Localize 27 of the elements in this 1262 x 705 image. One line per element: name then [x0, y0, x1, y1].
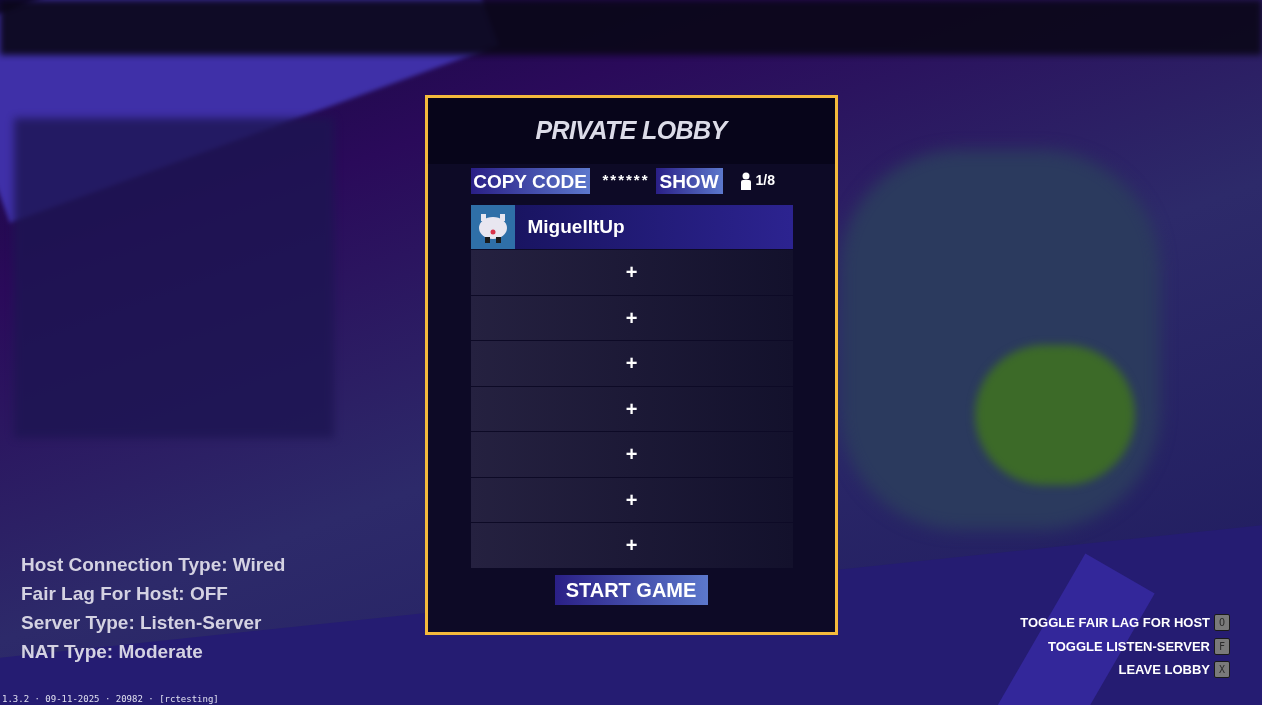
empty-slot[interactable]: +	[470, 432, 793, 477]
empty-slot[interactable]: +	[470, 341, 793, 386]
empty-slot[interactable]: +	[470, 250, 793, 295]
control-hint-label: LEAVE LOBBY	[1118, 661, 1210, 679]
start-game-button[interactable]: START GAME	[554, 574, 708, 605]
key-cap: X	[1214, 661, 1230, 679]
empty-slot[interactable]: +	[470, 295, 793, 340]
copy-code-button[interactable]: COPY CODE	[470, 167, 590, 194]
connection-info-text: Fair Lag For Host: OFF	[21, 582, 229, 606]
person-icon	[739, 171, 752, 190]
connection-info-text: Server Type: Listen-Server	[21, 611, 263, 635]
key-cap: O	[1214, 614, 1230, 632]
connection-info-text: Host Connection Type: Wired	[21, 553, 286, 577]
connection-info-text: NAT Type: Moderate	[21, 640, 204, 664]
show-button[interactable]: SHOW	[655, 167, 723, 194]
player-count: 1/8	[755, 171, 775, 190]
empty-slot[interactable]: +	[470, 477, 793, 522]
version-text: 1.3.2 · 09-11-2025 · 20982 · [rctesting]	[2, 694, 219, 704]
control-hint-label: TOGGLE FAIR LAG FOR HOST	[1020, 614, 1210, 632]
player-slot[interactable]: MiguelItUp	[470, 205, 793, 249]
pixel-creature-avatar	[470, 205, 515, 249]
control-hint-label: TOGGLE LISTEN-SERVER	[1047, 637, 1210, 656]
panel-title: PRIVATE LOBBY	[535, 115, 727, 147]
player-name: MiguelItUp	[527, 214, 625, 239]
lobby-code: ******	[602, 170, 650, 191]
empty-slot[interactable]: +	[470, 386, 793, 431]
empty-slot[interactable]: +	[470, 523, 793, 568]
